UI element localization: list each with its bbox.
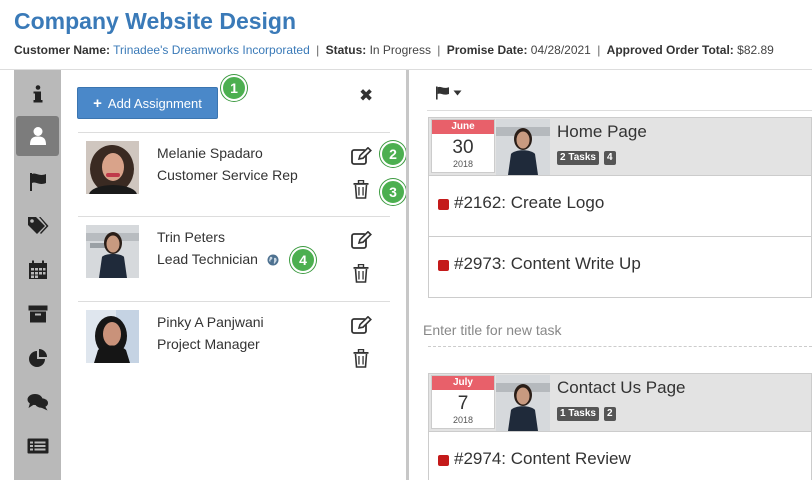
archive-icon <box>28 305 47 323</box>
separator: | <box>437 43 441 57</box>
sidebar-item-people[interactable] <box>16 116 59 156</box>
task-card[interactable]: #2974: Content Review <box>428 432 812 480</box>
separator: | <box>316 43 320 57</box>
task-board: June 30 2018 Home Page 2 Tasks 4 #2162: … <box>409 70 812 480</box>
callout-badge: 1 <box>221 75 247 101</box>
order-meta: Customer Name: Trinadee's Dreamworks Inc… <box>14 43 774 57</box>
edit-icon[interactable] <box>351 315 372 340</box>
comments-icon <box>27 394 48 411</box>
task-count-badge: 1 Tasks <box>557 407 599 421</box>
priority-marker <box>438 199 449 210</box>
list-icon <box>27 438 48 454</box>
count-badge: 4 <box>604 151 616 165</box>
order-total-label: Approved Order Total: <box>606 43 734 57</box>
caret-down-icon <box>453 90 462 96</box>
milestone-header[interactable]: July 7 2018 Contact Us Page 1 Tasks 2 <box>428 373 812 432</box>
close-icon[interactable]: ✖ <box>359 86 373 106</box>
sidebar-item-info[interactable] <box>14 74 61 114</box>
date-day: 7 <box>457 393 469 414</box>
sidebar-item-calendar[interactable] <box>14 250 61 290</box>
woman-curly-hair-avatar <box>86 141 139 194</box>
person-role-line: Lead Technician <box>157 251 279 267</box>
task-card[interactable]: #2973: Content Write Up <box>428 237 812 298</box>
tags-icon <box>27 217 48 234</box>
milestone-thumbnail <box>496 375 550 431</box>
task-count-badge: 2 Tasks <box>557 151 599 165</box>
priority-marker <box>438 455 449 466</box>
sidebar-item-tags[interactable] <box>14 206 61 246</box>
divider <box>427 110 812 111</box>
pie-chart-icon <box>28 349 47 367</box>
new-task-input[interactable]: Enter title for new task <box>423 322 562 338</box>
status-value: In Progress <box>369 43 431 57</box>
separator: | <box>597 43 601 57</box>
page-header: Company Website Design Customer Name: Tr… <box>0 0 812 70</box>
assignment-row: Pinky A Panjwani Project Manager <box>78 301 390 386</box>
flag-icon <box>436 86 449 100</box>
date-day: 30 <box>452 137 474 158</box>
trash-icon[interactable] <box>353 263 369 288</box>
order-total-value: $82.89 <box>737 43 774 57</box>
milestone-header[interactable]: June 30 2018 Home Page 2 Tasks 4 <box>428 117 812 176</box>
sidebar-item-archive[interactable] <box>14 294 61 334</box>
date-year: 2018 <box>452 159 474 169</box>
date-month: July <box>432 376 494 390</box>
milestone-title[interactable]: Home Page <box>557 122 647 142</box>
person-role: Customer Service Rep <box>157 167 298 183</box>
priority-marker <box>438 260 449 271</box>
trash-icon[interactable] <box>353 179 369 204</box>
sidebar-item-milestones[interactable] <box>14 162 61 202</box>
callout-badge: 4 <box>290 247 316 273</box>
promise-date-label: Promise Date: <box>446 43 528 57</box>
milestone-filter-dropdown[interactable] <box>435 86 462 100</box>
side-nav <box>14 70 61 480</box>
flag-icon <box>29 173 46 191</box>
edit-icon[interactable] <box>351 146 372 171</box>
milestone-title[interactable]: Contact Us Page <box>557 378 686 398</box>
person-name: Pinky A Panjwani <box>157 314 264 330</box>
task-title: #2162: Create Logo <box>454 193 605 212</box>
task-title: #2974: Content Review <box>454 449 631 468</box>
promise-date-value: 04/28/2021 <box>530 43 591 57</box>
task-card[interactable]: #2162: Create Logo <box>428 176 812 237</box>
user-icon <box>29 127 46 145</box>
status-label: Status: <box>325 43 367 57</box>
woman-dark-shirt-avatar <box>86 225 139 278</box>
milestone-date: July 7 2018 <box>431 375 495 429</box>
date-month: June <box>432 120 494 134</box>
info-icon <box>33 85 42 103</box>
person-name: Trin Peters <box>157 229 225 245</box>
divider <box>428 346 812 347</box>
date-year: 2018 <box>452 415 474 425</box>
calendar-icon <box>28 260 47 279</box>
edit-icon[interactable] <box>351 230 372 255</box>
page-title: Company Website Design <box>14 8 297 34</box>
person-name: Melanie Spadaro <box>157 145 263 161</box>
person-role: Lead Technician <box>157 251 258 267</box>
milestone-date: June 30 2018 <box>431 119 495 173</box>
assignment-row: Melanie Spadaro Customer Service Rep <box>78 132 390 217</box>
milestone-thumbnail <box>496 119 550 175</box>
assignment-row: Trin Peters Lead Technician <box>78 216 390 301</box>
woman-black-hair-avatar <box>86 310 139 363</box>
person-role: Project Manager <box>157 336 260 352</box>
customer-link[interactable]: Trinadee's Dreamworks Incorporated <box>113 43 310 57</box>
count-badge: 2 <box>604 407 616 421</box>
task-title: #2973: Content Write Up <box>454 254 641 273</box>
plus-icon: + <box>93 94 102 112</box>
assignments-panel: + Add Assignment ✖ 1 Melanie Spadaro Cus… <box>61 70 406 480</box>
callout-badge: 3 <box>380 179 406 205</box>
trash-icon[interactable] <box>353 348 369 373</box>
callout-badge: 2 <box>380 141 406 167</box>
customer-label: Customer Name: <box>14 43 111 57</box>
add-assignment-button[interactable]: + Add Assignment <box>77 87 218 119</box>
globe-icon <box>267 254 279 266</box>
sidebar-item-comments[interactable] <box>14 382 61 422</box>
sidebar-item-list[interactable] <box>14 426 61 466</box>
add-assignment-label: Add Assignment <box>107 95 202 111</box>
sidebar-item-reports[interactable] <box>14 338 61 378</box>
